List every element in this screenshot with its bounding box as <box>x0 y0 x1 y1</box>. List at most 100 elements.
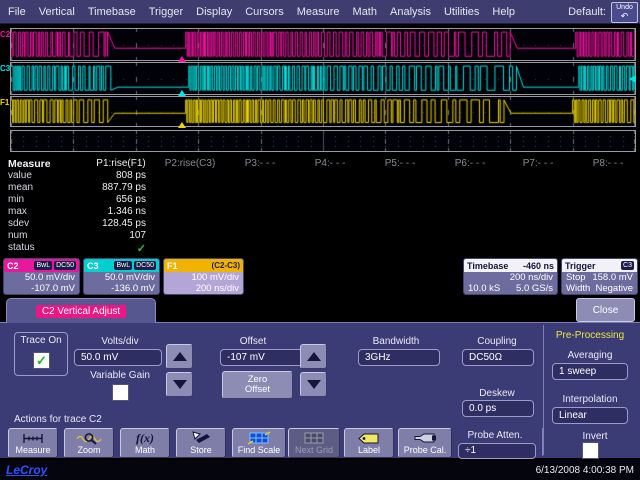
trace-label-c2: C2 <box>0 30 10 39</box>
c2-dc50-badge: DC50 <box>54 261 76 270</box>
deskew-field[interactable]: 0.0 ps <box>462 400 534 417</box>
channel-offset-marker-icon[interactable] <box>629 75 636 83</box>
volts-div-down-button[interactable] <box>166 372 193 397</box>
measure-column-header: P8:- - - <box>593 158 624 169</box>
invert-checkbox[interactable] <box>582 442 599 459</box>
measure-row-label: sdev <box>8 218 29 229</box>
find-scale-button[interactable]: Find Scale <box>232 428 286 458</box>
c2-scale: 50.0 mV/div <box>8 272 75 283</box>
store-icon <box>189 431 213 445</box>
trace-f1 <box>11 97 635 126</box>
measure-icon <box>21 431 45 445</box>
c2-body: 50.0 mV/div -107.0 mV <box>4 272 79 294</box>
coupling-field[interactable]: DC50Ω <box>462 349 534 366</box>
variable-gain-checkbox[interactable] <box>112 384 129 401</box>
probe-cal-button[interactable]: Probe Cal. <box>398 428 452 458</box>
pre-processing-label: Pre-Processing <box>545 330 635 341</box>
timebase-title: Timebase <box>467 261 508 271</box>
channel-descriptor-c3[interactable]: C3 BwL DC50 50.0 mV/div -136.0 mV <box>83 258 160 295</box>
waveform-grid-f1[interactable] <box>10 96 636 127</box>
label-button[interactable]: Label <box>344 428 394 458</box>
down-arrow-icon <box>173 380 187 389</box>
c2-offset: -107.0 mV <box>8 283 75 294</box>
trigger-level: 158.0 mV <box>592 272 633 283</box>
measure-row-label: mean <box>8 182 33 193</box>
close-button[interactable]: Close <box>576 298 635 322</box>
menu-item-measure[interactable]: Measure <box>297 6 340 18</box>
measure-row-label: value <box>8 170 32 181</box>
measure-column-header: P1:rise(F1) <box>96 158 145 169</box>
offset-up-button[interactable] <box>300 344 327 369</box>
menu-item-utilities[interactable]: Utilities <box>444 6 479 18</box>
timebase-descriptor[interactable]: Timebase -460 ns 200 ns/div 10.0 kS 5.0 … <box>463 258 558 295</box>
actions-for-trace-label: Actions for trace C2 <box>14 414 102 425</box>
button-label: Probe Cal. <box>404 445 447 455</box>
waveform-grid-c3[interactable] <box>10 62 636 95</box>
zero-offset-button[interactable]: Zero Offset <box>222 371 293 399</box>
timebase-scale: 200 ns/div <box>468 272 553 283</box>
trace-on-checkbox[interactable]: ✓ <box>33 352 50 369</box>
interpolation-label: Interpolation <box>545 394 635 405</box>
waveform-area[interactable]: C2C3F1 <box>0 24 640 155</box>
timebase-position: -460 ns <box>523 261 554 271</box>
averaging-field[interactable]: 1 sweep <box>552 363 628 380</box>
tab-c2-vertical-adjust[interactable]: C2 Vertical Adjust <box>6 298 156 323</box>
fx-icon: f(x) <box>131 431 159 445</box>
trigger-marker-icon[interactable] <box>178 56 186 62</box>
offset-field[interactable]: -107 mV <box>220 349 308 366</box>
volts-div-up-button[interactable] <box>166 344 193 369</box>
offset-down-button[interactable] <box>300 372 327 397</box>
measure-p1-value: 128.45 ps <box>56 218 146 229</box>
menu-item-vertical[interactable]: Vertical <box>39 6 75 18</box>
trace-descriptor-f1[interactable]: F1 (C2-C3) 100 mV/div 200 ns/div <box>163 258 244 295</box>
coupling-label: Coupling <box>447 336 547 347</box>
zoom-icon <box>76 431 102 445</box>
c3-scale: 50.0 mV/div <box>88 272 155 283</box>
next-grid-icon <box>302 431 326 445</box>
trigger-descriptor[interactable]: Trigger C3 Stop 158.0 mV Width Negative <box>561 258 638 295</box>
descriptor-row: C2 BwL DC50 50.0 mV/div -107.0 mV C3 BwL… <box>0 255 640 296</box>
trace-on-label: Trace On <box>14 335 68 346</box>
measure-row-label: max <box>8 206 27 217</box>
measure-column-header: P7:- - - <box>523 158 554 169</box>
zero-offset-line2: Offset <box>245 385 270 395</box>
trace-c3 <box>11 63 635 94</box>
menu-item-analysis[interactable]: Analysis <box>390 6 431 18</box>
menu-item-help[interactable]: Help <box>492 6 515 18</box>
deskew-label: Deskew <box>447 388 547 399</box>
channel-descriptor-c2[interactable]: C2 BwL DC50 50.0 mV/div -107.0 mV <box>3 258 80 295</box>
menu-item-math[interactable]: Math <box>353 6 377 18</box>
math-button[interactable]: f(x)Math <box>120 428 170 458</box>
trace-c2 <box>11 29 635 60</box>
menu-item-trigger[interactable]: Trigger <box>149 6 183 18</box>
trigger-polarity: Negative <box>596 283 634 294</box>
measure-p1-value: 808 ps <box>56 170 146 181</box>
bandwidth-field[interactable]: 3GHz <box>358 349 440 366</box>
waveform-grid-empty[interactable] <box>10 130 636 152</box>
zoom-button[interactable]: Zoom <box>64 428 114 458</box>
undo-button[interactable]: Undo ↶ <box>611 2 638 23</box>
store-button[interactable]: Store <box>176 428 226 458</box>
probe-atten-field[interactable]: ÷1 <box>458 443 536 459</box>
menu-item-file[interactable]: File <box>8 6 26 18</box>
c2-label: C2 <box>7 261 19 271</box>
default-label: Default: <box>568 6 606 18</box>
measure-p1-value: 656 ps <box>56 194 146 205</box>
volts-div-field[interactable]: 50.0 mV <box>74 349 162 366</box>
trigger-marker-icon[interactable] <box>178 122 186 128</box>
menu-item-cursors[interactable]: Cursors <box>245 6 284 18</box>
menu-item-display[interactable]: Display <box>196 6 232 18</box>
c2-header: C2 BwL DC50 <box>4 259 79 272</box>
measure-row-label: status <box>8 242 35 253</box>
menubar: File Vertical Timebase Trigger Display Cursor… <box>0 0 640 24</box>
interpolation-field[interactable]: Linear <box>552 407 628 424</box>
waveform-grid-c2[interactable] <box>10 28 636 61</box>
trigger-marker-icon[interactable] <box>178 90 186 96</box>
trigger-mode: Stop <box>566 272 586 283</box>
measure-button[interactable]: Measure <box>8 428 58 458</box>
vertical-adjust-dialog: C2 Vertical Adjust Close Trace On ✓ Volt… <box>0 296 640 460</box>
undo-label: Undo <box>616 4 633 11</box>
svg-text:f(x): f(x) <box>136 431 154 445</box>
menu-item-timebase[interactable]: Timebase <box>88 6 136 18</box>
measure-p1-value: 887.79 ps <box>56 182 146 193</box>
